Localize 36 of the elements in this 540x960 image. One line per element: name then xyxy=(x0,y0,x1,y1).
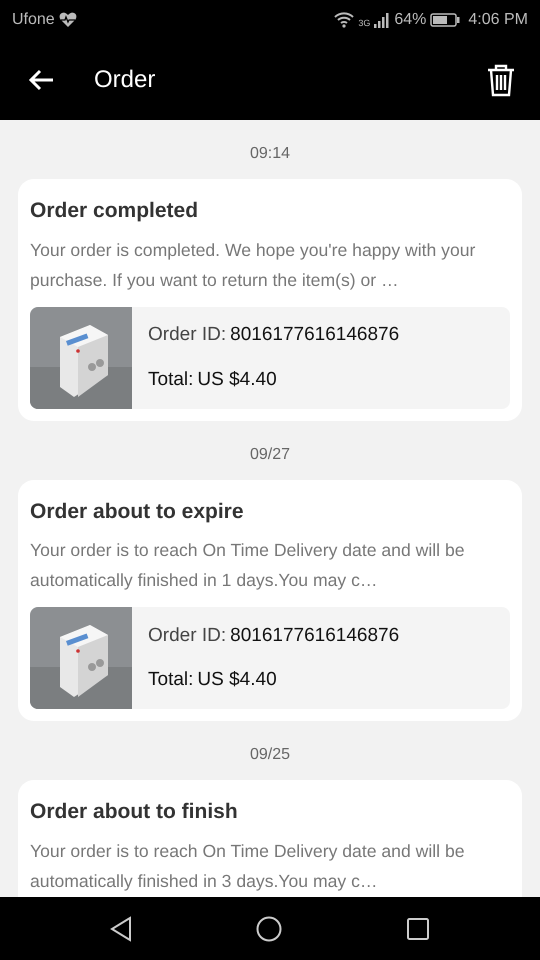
message-title: Order completed xyxy=(30,198,200,224)
order-id: 8016177616146876 xyxy=(230,624,400,648)
battery-icon xyxy=(430,13,460,27)
message-time: 09/25 xyxy=(248,745,292,765)
carrier-name: Ufone xyxy=(12,10,55,30)
order-id: 8016177616146876 xyxy=(230,323,400,347)
trash-icon[interactable] xyxy=(486,63,516,97)
page-title: Order xyxy=(94,65,156,95)
message-time: 09/27 xyxy=(248,444,292,464)
back-arrow-icon[interactable] xyxy=(28,69,54,91)
total-price: US $4.40 xyxy=(197,668,277,692)
recent-apps-icon[interactable] xyxy=(406,916,430,940)
product-panel[interactable]: Order ID: 8016177616146876 Total: US $4.40 xyxy=(30,607,510,709)
total-price: US $4.40 xyxy=(197,368,277,392)
message-text: Your order is to reach On Time Delivery date and will be automatically finished in 1 days.You may c… xyxy=(30,539,466,592)
message-text: Your order is to reach On Time Delivery date and will be automatically finished in 3 days.You may c… xyxy=(30,840,466,893)
message-title: Order about to finish xyxy=(30,799,239,825)
message-card[interactable]: Order completed Your order is completed. We hope you're happy with your purchase. If you want to return the item(s) or … Order ID: 8016177616146876 Total: US $4.40 xyxy=(18,179,522,420)
message-time: 09:14 xyxy=(248,144,292,164)
product-panel[interactable]: Order ID: 8016177616146876 Total: US $4.40 xyxy=(30,306,510,408)
wifi-icon xyxy=(334,12,354,28)
order-id-label: Order ID: xyxy=(148,323,226,347)
back-icon[interactable] xyxy=(110,916,132,942)
home-icon[interactable] xyxy=(256,916,282,942)
clock: 4:06 PM xyxy=(468,10,528,30)
total-label: Total: xyxy=(148,368,194,392)
message-text: Your order is completed. We hope you're happy with your purchase. If you want to return the item(s) or … xyxy=(30,238,476,292)
message-card[interactable]: Order about to expire Your order is to reach On Time Delivery date and will be automatically finished in 1 days.You may c… Order ID: 8016177616146876 Total: US $4.40 xyxy=(18,480,522,721)
network-type: 3G xyxy=(358,17,370,30)
order-id-label: Order ID: xyxy=(148,624,226,648)
message-card[interactable]: Order about to finish Your order is to reach On Time Delivery date and will be automatically finished in 3 days.You may c… xyxy=(18,780,522,897)
signal-icon xyxy=(374,12,390,28)
battery-percent: 64% xyxy=(394,10,426,30)
total-label: Total: xyxy=(148,668,194,692)
heart-rate-icon xyxy=(58,12,77,28)
message-title: Order about to expire xyxy=(30,498,245,524)
